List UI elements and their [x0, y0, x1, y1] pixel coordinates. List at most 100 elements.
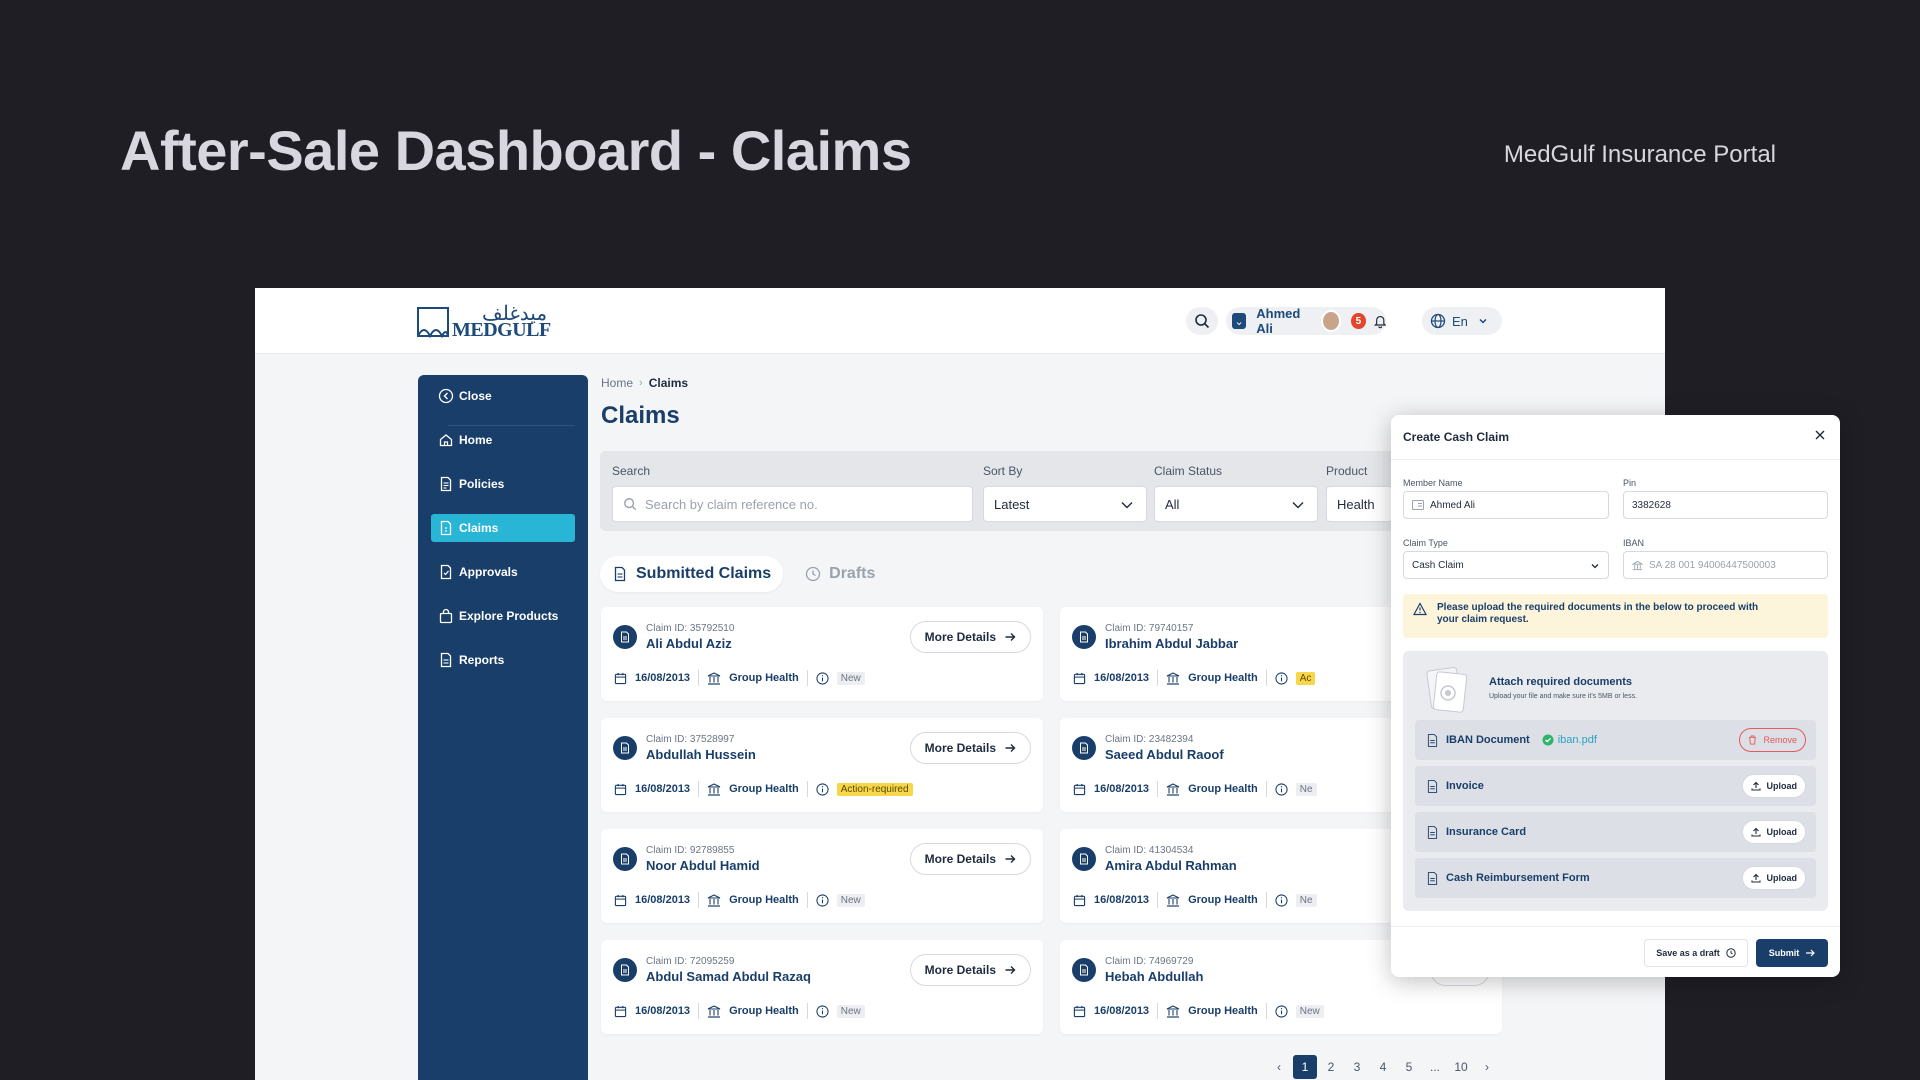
claim-type: Group Health	[1166, 671, 1258, 685]
documents-illustration-icon	[1426, 666, 1468, 713]
save-draft-button[interactable]: Save as a draft	[1644, 939, 1748, 967]
page-2[interactable]: 2	[1319, 1055, 1343, 1079]
upload-alert: Please upload the required documents in …	[1403, 594, 1828, 638]
language-label: En	[1452, 313, 1468, 329]
sidebar-item-label: Policies	[459, 477, 505, 491]
attach-documents-panel: Attach required documents Upload your fi…	[1403, 651, 1828, 911]
warning-icon	[1413, 602, 1427, 616]
claim-card[interactable]: Claim ID: 92789855 Noor Abdul Hamid More D…	[601, 829, 1043, 923]
claim-id: Claim ID: 72095259	[646, 956, 735, 967]
calendar-icon	[614, 894, 627, 906]
arrow-right-icon	[1005, 633, 1016, 641]
iban-field[interactable]: SA 28 001 94006447500003	[1623, 551, 1828, 579]
claim-type-select[interactable]: Cash Claim	[1403, 551, 1609, 579]
claim-meta: 16/08/2013 Group Health Ne	[1073, 892, 1317, 908]
close-icon[interactable]	[1814, 429, 1826, 441]
bell-icon[interactable]	[1373, 313, 1386, 329]
tab-submitted-claims[interactable]: Submitted Claims	[600, 556, 784, 592]
modal-title: Create Cash Claim	[1403, 430, 1510, 444]
sort-value: Latest	[994, 496, 1030, 512]
document-label: Cash Reimbursement Form	[1446, 872, 1590, 884]
more-details-button[interactable]: More Details	[909, 954, 1031, 986]
sidebar-item-label: Reports	[459, 653, 505, 667]
sidebar-item-policies[interactable]: Policies	[431, 470, 575, 498]
user-menu[interactable]: ⌄ Ahmed Ali 5	[1226, 306, 1386, 336]
file-icon	[1427, 733, 1438, 747]
document-row-insurance-card: Insurance Card Upload	[1415, 812, 1816, 852]
logo-text: MEDGULF	[452, 319, 551, 341]
uploaded-file[interactable]: iban.pdf	[1542, 734, 1597, 746]
meta-divider	[1157, 892, 1159, 908]
arrow-right-icon	[1005, 966, 1016, 974]
language-selector[interactable]: En	[1422, 307, 1502, 335]
status-value: All	[1165, 496, 1180, 512]
sidebar-item-reports[interactable]: Reports	[431, 646, 575, 674]
back-circle-icon	[437, 387, 455, 405]
bank-icon	[1632, 560, 1643, 570]
pin-field[interactable]: 3382628	[1623, 491, 1828, 519]
upload-button[interactable]: Upload	[1741, 866, 1806, 890]
sidebar-item-label: Close	[459, 389, 492, 403]
status-badge: Ne	[1295, 782, 1317, 796]
claim-card[interactable]: Claim ID: 35792510 Ali Abdul Aziz More Det…	[601, 607, 1043, 701]
meta-divider	[698, 892, 700, 908]
more-details-button[interactable]: More Details	[909, 621, 1031, 653]
more-details-button[interactable]: More Details	[909, 843, 1031, 875]
status-select[interactable]: All	[1154, 486, 1318, 522]
sidebar-item-home[interactable]: Home	[431, 426, 575, 454]
claim-date-text: 16/08/2013	[1094, 894, 1150, 906]
sidebar-item-close[interactable]: Close	[431, 382, 575, 410]
search-input[interactable]: Search by claim reference no.	[612, 486, 973, 522]
sidebar-item-explore-products[interactable]: Explore Products	[431, 602, 575, 630]
remove-button[interactable]: Remove	[1739, 728, 1806, 752]
meta-divider	[1157, 670, 1159, 686]
claim-date: 16/08/2013	[1073, 783, 1149, 796]
sidebar: Close Home Policies Claims Approvals Exp…	[418, 375, 588, 1080]
page-4[interactable]: 4	[1371, 1055, 1395, 1079]
page-10[interactable]: 10	[1449, 1055, 1473, 1079]
tab-drafts[interactable]: Drafts	[793, 556, 887, 592]
sidebar-item-label: Claims	[459, 521, 499, 535]
claim-date-text: 16/08/2013	[635, 1005, 691, 1017]
upload-button[interactable]: Upload	[1741, 774, 1806, 798]
document-icon	[437, 475, 455, 493]
building-icon	[707, 782, 721, 796]
claim-type: Group Health	[707, 782, 799, 796]
upload-button[interactable]: Upload	[1741, 820, 1806, 844]
more-details-button[interactable]: More Details	[909, 732, 1031, 764]
claim-id: Claim ID: 37528997	[646, 734, 735, 745]
alert-text: Please upload the required documents in …	[1437, 602, 1759, 625]
more-details-label: More Details	[924, 630, 996, 644]
claim-type-text: Group Health	[1188, 783, 1258, 795]
next-page-icon[interactable]: ›	[1475, 1055, 1499, 1079]
page-1[interactable]: 1	[1293, 1055, 1317, 1079]
claim-status: Ne	[1275, 893, 1317, 907]
sort-select[interactable]: Latest	[983, 486, 1147, 522]
slide-subtitle: MedGulf Insurance Portal	[1503, 141, 1776, 168]
claim-document-icon	[613, 958, 637, 982]
sidebar-item-approvals[interactable]: Approvals	[431, 558, 575, 586]
submit-button[interactable]: Submit	[1756, 939, 1828, 967]
member-name-field[interactable]: Ahmed Ali	[1403, 491, 1609, 519]
claim-type-text: Group Health	[729, 894, 799, 906]
claim-card[interactable]: Claim ID: 72095259 Abdul Samad Abdul Raza…	[601, 940, 1043, 1034]
brand-logo[interactable]: ميدغلف MEDGULF	[416, 301, 556, 341]
file-icon	[1427, 779, 1438, 793]
page-5[interactable]: 5	[1397, 1055, 1421, 1079]
claim-meta: 16/08/2013 Group Health New	[614, 670, 865, 686]
page-3[interactable]: 3	[1345, 1055, 1369, 1079]
sidebar-item-claims[interactable]: Claims	[431, 514, 575, 542]
arrow-right-icon	[1005, 744, 1016, 752]
claim-card[interactable]: Claim ID: 37528997 Abdullah Hussein More D…	[601, 718, 1043, 812]
claim-member-name: Hebah Abdullah	[1105, 969, 1204, 984]
claim-member-name: Ibrahim Abdul Jabbar	[1105, 636, 1239, 651]
logo-mark-icon	[417, 307, 449, 339]
prev-page-icon[interactable]: ‹	[1267, 1055, 1291, 1079]
search-button[interactable]	[1186, 307, 1218, 335]
claim-status: Action-required	[816, 782, 913, 796]
breadcrumb-home-link[interactable]: Home	[601, 376, 633, 390]
claim-date-text: 16/08/2013	[1094, 783, 1150, 795]
calendar-icon	[1073, 672, 1086, 684]
chevron-right-icon: ›	[639, 377, 643, 389]
remove-label: Remove	[1763, 735, 1797, 745]
